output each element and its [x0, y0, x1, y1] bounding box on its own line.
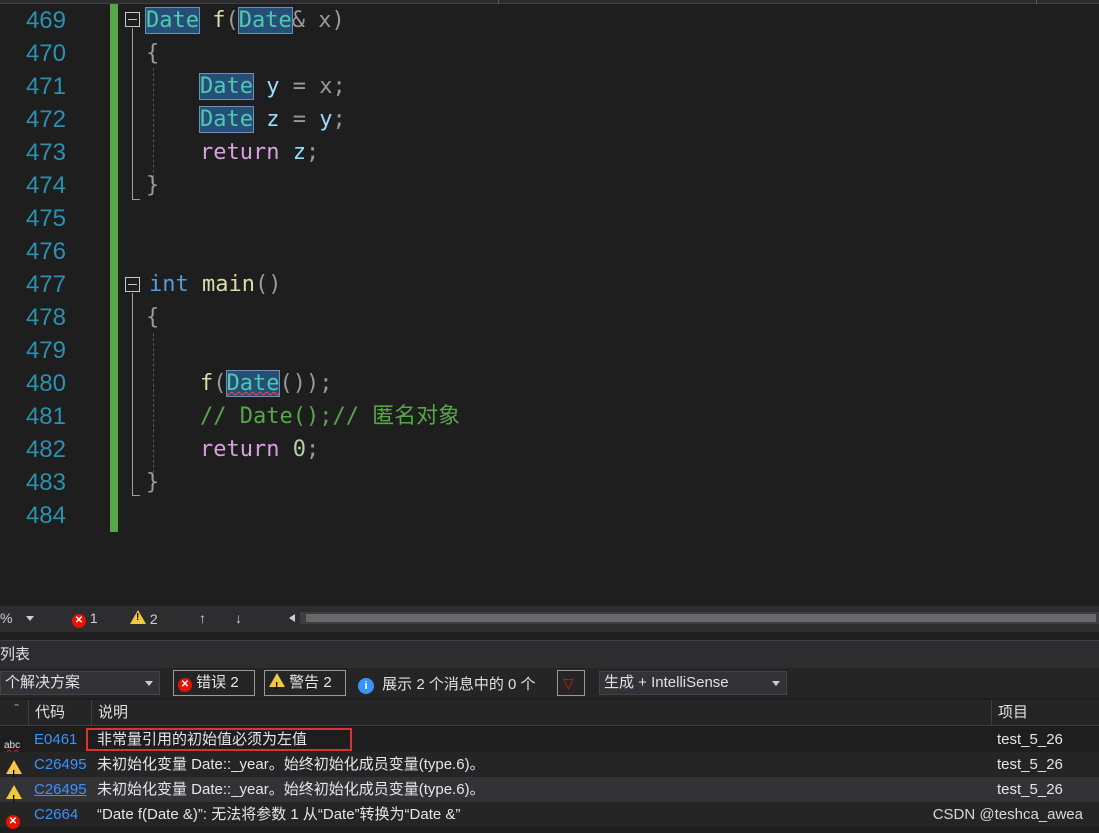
line-number: 470 — [25, 40, 66, 67]
chevron-down-icon — [145, 681, 153, 686]
table-row[interactable]: C26495 未初始化变量 Date::_year。始终初始化成员变量(type… — [0, 752, 1099, 787]
line-number: 479 — [25, 337, 66, 364]
warning-count[interactable]: 2 — [130, 610, 158, 627]
prev-issue-icon[interactable]: ↑ — [199, 610, 206, 626]
code-line: 474 } — [0, 169, 1099, 202]
line-number: 475 — [25, 205, 66, 232]
line-number: 484 — [25, 502, 66, 529]
column-project[interactable]: 项目 — [991, 700, 1099, 726]
next-issue-icon[interactable]: ↓ — [235, 610, 242, 626]
highlight-annotation — [86, 728, 352, 751]
sort-icon: ⁼ — [14, 702, 20, 713]
messages-filter-button[interactable]: i 展示 2 个消息中的 0 个 — [358, 673, 536, 694]
error-list-header: ⁼ 代码 说明 项目 — [0, 700, 1099, 726]
horizontal-scrollbar[interactable] — [300, 612, 1099, 624]
code-line: 484 — [0, 499, 1099, 532]
code-line: 476 — [0, 235, 1099, 268]
warning-icon — [6, 785, 22, 812]
column-code[interactable]: 代码 — [28, 700, 91, 726]
code-line: 469 Date f(Date& x) — [0, 4, 1099, 37]
filter-button[interactable]: ▽ — [557, 670, 585, 696]
line-number: 482 — [25, 436, 66, 463]
line-number: 473 — [25, 139, 66, 166]
info-icon: i — [358, 678, 374, 694]
line-number: 472 — [25, 106, 66, 133]
error-icon: ✕ — [178, 678, 192, 692]
line-number: 469 — [25, 7, 66, 34]
code-line: 480 f(Date()); — [0, 367, 1099, 400]
scrollbar-thumb[interactable] — [306, 614, 1096, 622]
code-editor[interactable]: 469 Date f(Date& x) 470 { 471 Date y = x… — [0, 0, 1099, 606]
warning-icon — [130, 610, 146, 624]
error-list-title: 列表 — [0, 640, 1099, 668]
line-number: 481 — [25, 403, 66, 430]
zoom-dropdown-icon[interactable] — [26, 616, 34, 621]
column-description[interactable]: 说明 — [91, 700, 991, 726]
code-line: 471 Date y = x; — [0, 70, 1099, 103]
error-icon: ✕ — [6, 815, 20, 829]
line-number: 476 — [25, 238, 66, 265]
code-line: 475 — [0, 202, 1099, 235]
zoom-level[interactable]: % — [0, 610, 12, 626]
line-number: 477 — [25, 271, 66, 298]
code-line: 481 // Date();// 匿名对象 — [0, 400, 1099, 433]
code-line: 472 Date z = y; — [0, 103, 1099, 136]
line-number: 480 — [25, 370, 66, 397]
line-number: 483 — [25, 469, 66, 496]
scope-dropdown[interactable]: 个解决方案 — [0, 671, 160, 695]
scroll-left-icon[interactable] — [289, 614, 295, 622]
code-line: 473 return z; — [0, 136, 1099, 169]
filter-icon: ▽ — [563, 675, 574, 691]
warnings-filter-button[interactable]: 警告 2 — [264, 670, 346, 699]
table-row[interactable]: C26495 未初始化变量 Date::_year。始终初始化成员变量(type… — [0, 777, 1099, 812]
line-number: 474 — [25, 172, 66, 199]
line-number: 471 — [25, 73, 66, 100]
code-line: 482 return 0; — [0, 433, 1099, 466]
warning-icon — [6, 760, 22, 787]
code-line: 470 { — [0, 37, 1099, 70]
error-list-toolbar: 个解决方案 ✕ 错误 2 警告 2 i 展示 2 个消息中的 0 个 ▽ 生成 … — [0, 668, 1099, 699]
error-icon: ✕ — [72, 614, 86, 628]
line-number: 478 — [25, 304, 66, 331]
code-line: 477 int main() — [0, 268, 1099, 301]
error-count[interactable]: ✕ 1 — [72, 610, 98, 628]
chevron-down-icon — [772, 681, 780, 686]
code-line: 479 — [0, 334, 1099, 367]
watermark: CSDN @teshca_awea — [932, 806, 1083, 823]
build-filter-dropdown[interactable]: 生成 + IntelliSense — [599, 671, 787, 695]
code-line: 483 } — [0, 466, 1099, 499]
warning-icon — [269, 673, 285, 699]
errors-filter-button[interactable]: ✕ 错误 2 — [173, 670, 255, 696]
error-token: Date — [225, 370, 281, 397]
code-line: 478 { — [0, 301, 1099, 334]
